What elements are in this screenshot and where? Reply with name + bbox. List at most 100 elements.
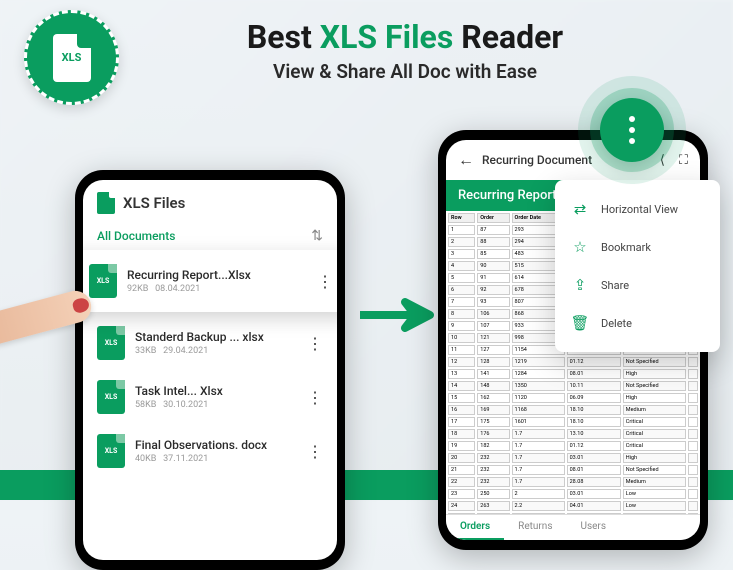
table-row[interactable]: 212321.708.01Not Specified <box>448 465 698 475</box>
cell: 17 <box>448 417 475 427</box>
cell: 1120 <box>512 393 565 403</box>
cell <box>688 489 698 499</box>
menu-share[interactable]: ⇪ Share <box>555 266 720 304</box>
cell: High <box>623 453 686 463</box>
cell: 3 <box>448 249 475 259</box>
cell: 04.01 <box>567 501 621 511</box>
more-icon[interactable]: ⋮ <box>317 272 333 291</box>
cell: 24 <box>448 501 475 511</box>
file-info: Task Intel... Xlsx 58KB 30.10.2021 <box>135 384 297 410</box>
file-info: Final Observations. docx 40KB 37.11.2021 <box>135 438 297 464</box>
cell: 92 <box>477 285 509 295</box>
file-item[interactable]: XLS Standerd Backup ... xlsx 33KB 29.04.… <box>83 316 337 370</box>
cell: 175 <box>477 417 509 427</box>
cell: 88 <box>477 237 509 247</box>
cell: 03.01 <box>567 489 621 499</box>
cell: 06.09 <box>567 393 621 403</box>
tab-users[interactable]: Users <box>566 515 620 540</box>
file-item[interactable]: XLS Final Observations. docx 40KB 37.11.… <box>83 424 337 478</box>
xls-file-icon: XLS <box>53 34 91 82</box>
menu-horizontal-view[interactable]: ⇄ Horizontal View <box>555 190 720 228</box>
cell: 2 <box>512 489 565 499</box>
back-icon[interactable]: ← <box>458 150 474 170</box>
file-name: Final Observations. docx <box>135 438 297 452</box>
cell: 1.7 <box>512 441 565 451</box>
arrow-icon <box>355 290 435 340</box>
cell: 1350 <box>512 381 565 391</box>
app-header: XLS Files <box>83 180 337 222</box>
cell: 10 <box>448 333 475 343</box>
file-type-icon: XLS <box>97 434 125 468</box>
cell: 182 <box>477 441 509 451</box>
filter-row: All Documents ⇅ <box>83 222 337 250</box>
sort-icon[interactable]: ⇅ <box>311 228 323 244</box>
cell: 106 <box>477 309 509 319</box>
fullscreen-icon[interactable]: ⛶ <box>679 153 688 168</box>
share-icon[interactable]: ⟨ <box>660 153 665 168</box>
cell: 87 <box>477 225 509 235</box>
cell: 11 <box>448 345 475 355</box>
file-info: Recurring Report...Xlsx 92KB 08.04.2021 <box>127 268 307 294</box>
cell: Low <box>623 489 686 499</box>
cell: Medium <box>623 405 686 415</box>
cell: 1601 <box>512 417 565 427</box>
tab-returns[interactable]: Returns <box>504 515 566 540</box>
cell: 90 <box>477 261 509 271</box>
tab-orders[interactable]: Orders <box>446 515 504 540</box>
sheet-tabs: Orders Returns Users <box>446 514 700 540</box>
cell: 2.2 <box>512 501 565 511</box>
table-row[interactable]: 23250203.01Low <box>448 489 698 499</box>
cell: 162 <box>477 393 509 403</box>
file-list: XLS Recurring Report...Xlsx 92KB 08.04.2… <box>83 250 337 478</box>
cell: Critical <box>623 441 686 451</box>
table-row[interactable]: 16169116818.10Medium <box>448 405 698 415</box>
table-row[interactable]: 222321.728.08Medium <box>448 477 698 487</box>
cell: 8 <box>448 309 475 319</box>
menu-label: Horizontal View <box>601 203 678 216</box>
table-row[interactable]: 202321.703.01High <box>448 453 698 463</box>
cell: 13.10 <box>567 429 621 439</box>
cell: Low <box>623 501 686 511</box>
cell: 18.10 <box>567 417 621 427</box>
cell: 7 <box>448 297 475 307</box>
title-subtitle: View & Share All Doc with Ease <box>190 60 620 83</box>
table-row[interactable]: 12128121901.12Not Specified <box>448 357 698 367</box>
filter-dropdown[interactable]: All Documents <box>97 229 175 243</box>
column-header: Row <box>448 213 475 223</box>
cell: 1284 <box>512 369 565 379</box>
hero-title: Best XLS Files Reader View & Share All D… <box>190 18 620 83</box>
table-row[interactable]: 181761.713.10Critical <box>448 429 698 439</box>
file-type-icon: XLS <box>97 380 125 414</box>
table-row[interactable]: 17175160118.10Critical <box>448 417 698 427</box>
menu-label: Share <box>601 279 629 292</box>
file-item[interactable]: XLS Recurring Report...Xlsx 92KB 08.04.2… <box>83 250 337 312</box>
table-row[interactable]: 242632.204.01Low <box>448 501 698 511</box>
more-icon[interactable]: ⋮ <box>307 334 323 353</box>
cell: 13 <box>448 369 475 379</box>
cell: 1219 <box>512 357 565 367</box>
cell: 127 <box>477 345 509 355</box>
cell: 16 <box>448 405 475 415</box>
xls-badge: XLS <box>24 10 119 105</box>
cell: 10.11 <box>567 381 621 391</box>
menu-bookmark[interactable]: ☆ Bookmark <box>555 228 720 266</box>
table-row[interactable]: 14148135010.11Not Specified <box>448 381 698 391</box>
cell: 232 <box>477 453 509 463</box>
file-item[interactable]: XLS Task Intel... Xlsx 58KB 30.10.2021 ⋮ <box>83 370 337 424</box>
fab-menu-button[interactable] <box>600 98 664 162</box>
column-header: Order <box>477 213 509 223</box>
more-icon[interactable]: ⋮ <box>307 442 323 461</box>
cell: 93 <box>477 297 509 307</box>
table-row[interactable]: 13141128408.01High <box>448 369 698 379</box>
table-row[interactable]: 15162112006.09High <box>448 393 698 403</box>
cell <box>688 405 698 415</box>
file-info: Standerd Backup ... xlsx 33KB 29.04.2021 <box>135 330 297 356</box>
file-meta: 40KB 37.11.2021 <box>135 454 297 464</box>
cell: 1.7 <box>512 465 565 475</box>
xls-app-icon <box>97 192 115 214</box>
menu-delete[interactable]: 🗑 Delete <box>555 304 720 342</box>
more-icon[interactable]: ⋮ <box>307 388 323 407</box>
cell <box>688 477 698 487</box>
table-row[interactable]: 191821.701.12Critical <box>448 441 698 451</box>
cell: 232 <box>477 465 509 475</box>
